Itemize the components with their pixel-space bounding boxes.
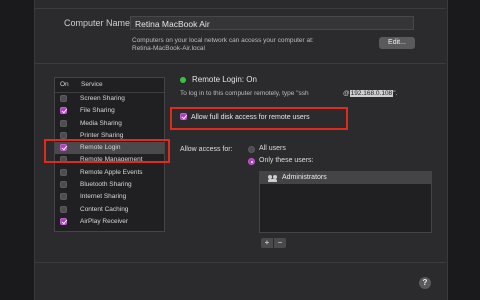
- help-button[interactable]: ?: [419, 277, 431, 289]
- highlight-box-remote-login: [44, 139, 170, 163]
- only-these-users-label: Only these users:: [259, 157, 314, 164]
- all-users-radio[interactable]: [248, 146, 255, 153]
- service-label: Internet Sharing: [80, 193, 127, 201]
- add-user-button[interactable]: +: [261, 238, 273, 248]
- ssh-address: @192.168.0.108".: [343, 90, 397, 97]
- service-checkbox[interactable]: [60, 217, 67, 225]
- all-users-label: All users: [259, 145, 286, 152]
- service-checkbox[interactable]: [60, 95, 67, 102]
- service-checkbox[interactable]: [60, 168, 67, 176]
- service-row-remote-apple-events[interactable]: Remote Apple Events: [55, 167, 164, 179]
- service-label: File Sharing: [80, 107, 115, 115]
- users-list: Administrators: [259, 171, 432, 233]
- services-list-header: On Service: [55, 78, 164, 93]
- service-checkbox[interactable]: [60, 181, 67, 189]
- group-icon: [268, 175, 278, 182]
- service-label: Printer Sharing: [80, 131, 124, 139]
- computer-name-label: Computer Name:: [64, 18, 133, 28]
- service-row-screen-sharing[interactable]: Screen Sharing: [55, 93, 164, 105]
- service-row-media-sharing[interactable]: Media Sharing: [55, 118, 164, 130]
- user-label: Administrators: [282, 174, 327, 181]
- service-row-content-caching[interactable]: Content Caching: [55, 204, 164, 216]
- computer-name-description: Computers on your local network can acce…: [132, 37, 314, 44]
- service-label: Screen Sharing: [80, 95, 125, 102]
- ip-address: 192.168.0.108: [349, 90, 394, 97]
- service-checkbox[interactable]: [60, 107, 67, 115]
- computer-name-field[interactable]: Retina MacBook Air: [130, 16, 414, 30]
- service-row-airplay-receiver[interactable]: AirPlay Receiver: [55, 216, 164, 228]
- service-label: Remote Apple Events: [80, 168, 143, 176]
- section-divider: [34, 63, 446, 64]
- service-checkbox[interactable]: [60, 119, 67, 127]
- service-row-file-sharing[interactable]: File Sharing: [55, 105, 164, 117]
- only-these-users-radio[interactable]: [248, 158, 255, 165]
- service-checkbox[interactable]: [60, 131, 67, 139]
- service-row-internet-sharing[interactable]: Internet Sharing: [55, 191, 164, 203]
- bottom-divider: [34, 262, 446, 263]
- remote-login-status: Remote Login: On: [192, 75, 257, 84]
- local-hostname: Retina-MacBook-Air.local: [132, 45, 205, 52]
- ip-prefix: @: [343, 90, 350, 97]
- column-header-service: Service: [81, 81, 103, 88]
- edit-button[interactable]: Edit...: [379, 37, 415, 49]
- highlight-box-full-disk-access: [170, 107, 348, 130]
- user-row-administrators[interactable]: Administrators: [260, 172, 431, 184]
- service-checkbox[interactable]: [60, 205, 67, 213]
- column-header-on: On: [60, 81, 69, 88]
- service-row-bluetooth-sharing[interactable]: Bluetooth Sharing: [55, 179, 164, 191]
- ip-suffix: ".: [393, 90, 398, 97]
- top-divider: [34, 8, 446, 9]
- allow-access-label: Allow access for:: [180, 146, 233, 153]
- service-label: Media Sharing: [80, 119, 122, 127]
- service-label: Content Caching: [80, 205, 129, 213]
- service-label: AirPlay Receiver: [80, 217, 129, 225]
- ssh-hint-text: To log in to this computer remotely, typ…: [180, 90, 309, 97]
- service-checkbox[interactable]: [60, 193, 67, 201]
- remove-user-button[interactable]: −: [274, 238, 286, 248]
- service-label: Bluetooth Sharing: [80, 181, 132, 189]
- status-on-indicator: [180, 77, 186, 83]
